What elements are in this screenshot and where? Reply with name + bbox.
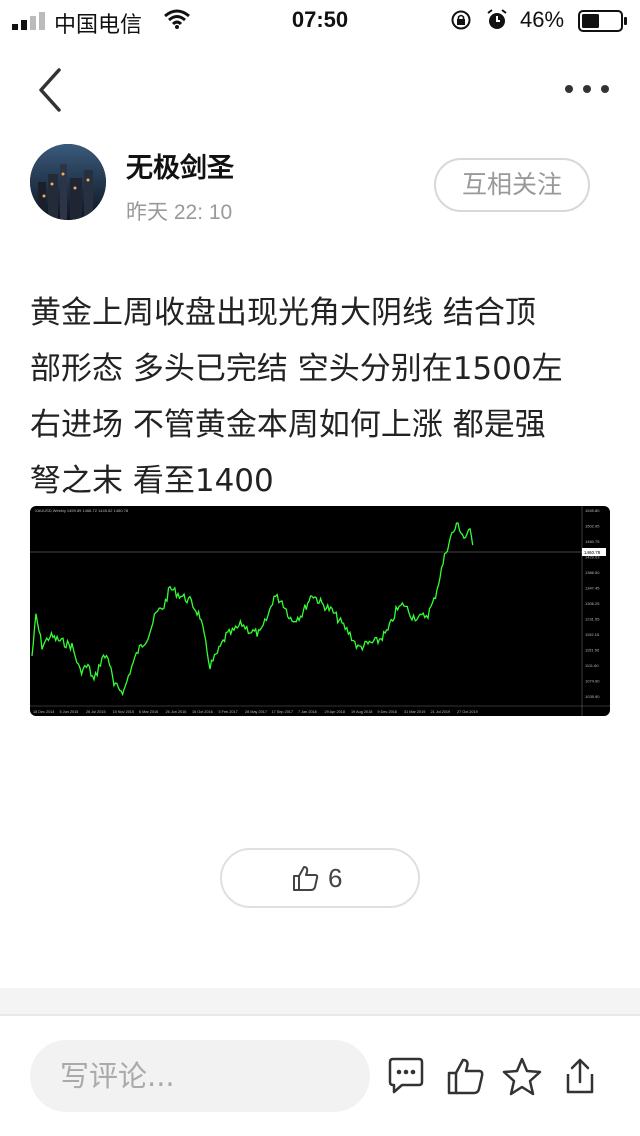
x-tick-label: 18 Dec 2014 (33, 710, 55, 714)
y-tick-label: 1545.80 (585, 508, 600, 513)
more-options-button[interactable] (560, 78, 614, 100)
x-tick-label: 7 Jan 2018 (298, 710, 317, 714)
x-tick-label: 21 Jul 2019 (431, 710, 451, 714)
share-icon[interactable] (560, 1056, 600, 1096)
y-tick-label: 1429.03 (585, 555, 600, 560)
x-tick-label: 29 Apr 2018 (325, 710, 345, 714)
x-tick-label: 19 Aug 2018 (351, 710, 372, 714)
y-tick-label: 1151.50 (585, 648, 600, 653)
x-tick-label: 31 Mar 2019 (404, 710, 425, 714)
post-line: 右进场 不管黄金本周如何上涨 都是强 (30, 407, 546, 443)
divider-line (0, 1014, 640, 1016)
battery-percent: 46% (520, 7, 565, 32)
price-line (31, 522, 474, 697)
x-tick-label: 27 Oct 2019 (457, 710, 478, 714)
chart-header: XAUUSD,Weekly 1459.89 1466.72 1445.62 14… (35, 508, 129, 513)
thumbs-up-icon (293, 866, 319, 891)
post-time: 昨天 22: 10 (126, 201, 233, 224)
follow-button[interactable]: 互相关注 (434, 158, 590, 212)
y-tick-label: 1035.90 (585, 694, 600, 699)
comment-icon[interactable] (386, 1056, 426, 1096)
thumbs-up-icon[interactable] (446, 1056, 486, 1096)
y-tick-label: 1074.90 (585, 679, 600, 684)
x-tick-label: 28 May 2017 (245, 710, 267, 714)
alarm-icon (487, 9, 507, 29)
x-tick-label: 5 Feb 2017 (219, 710, 238, 714)
post-line: 弩之末 看至1400 (30, 463, 274, 499)
y-tick-label: 1111.60 (585, 663, 599, 668)
y-tick-label: 1386.50 (585, 570, 600, 575)
y-tick-label: 1347.45 (585, 586, 600, 591)
post-line: 部形态 多头已完结 空头分别在1500左 (30, 351, 563, 387)
author-name[interactable]: 无极剑圣 (126, 146, 234, 185)
x-tick-label: 6 Mar 2016 (139, 710, 158, 714)
x-tick-label: 16 Oct 2016 (192, 710, 213, 714)
x-tick-label: 26 Jun 2016 (166, 710, 187, 714)
back-button[interactable] (32, 66, 72, 114)
post-body: 黄金上周收盘出现光角大阴线 结合顶 部形态 多头已完结 空头分别在1500左 右… (30, 285, 615, 509)
status-bar: 中国电信 07:50 46% (0, 0, 640, 40)
section-divider (0, 988, 640, 1014)
battery-icon (578, 10, 627, 32)
x-tick-label: 26 Jul 2015 (86, 710, 106, 714)
y-tick-label: 1192.15 (585, 632, 600, 637)
y-tick-label: 1231.55 (585, 617, 600, 622)
star-icon[interactable] (502, 1056, 542, 1096)
post-chart-image[interactable]: XAUUSD,Weekly 1459.89 1466.72 1445.62 14… (30, 506, 610, 716)
y-tick-label: 1460.75 (585, 539, 600, 544)
rotation-lock-icon (451, 10, 471, 30)
comment-input[interactable] (30, 1040, 370, 1112)
like-count: 6 (328, 863, 343, 893)
y-tick-label: 1306.25 (585, 601, 600, 606)
y-axis: 1545.80 1502.95 1460.75 1429.03 1386.50 1347.… (585, 508, 600, 699)
x-tick-label: 9 Dec 2018 (378, 710, 397, 714)
like-button[interactable]: 6 (220, 848, 420, 908)
x-tick-label: 15 Nov 2015 (113, 710, 135, 714)
x-tick-label: 5 Jun 2015 (60, 710, 79, 714)
x-axis: 18 Dec 2014 5 Jun 2015 26 Jul 2015 15 Nov 2… (33, 710, 478, 714)
x-tick-label: 17 Sep 2017 (272, 710, 294, 714)
y-tick-label: 1502.95 (585, 524, 600, 529)
author-avatar[interactable] (30, 144, 106, 220)
post-line: 黄金上周收盘出现光角大阴线 结合顶 (30, 295, 536, 331)
